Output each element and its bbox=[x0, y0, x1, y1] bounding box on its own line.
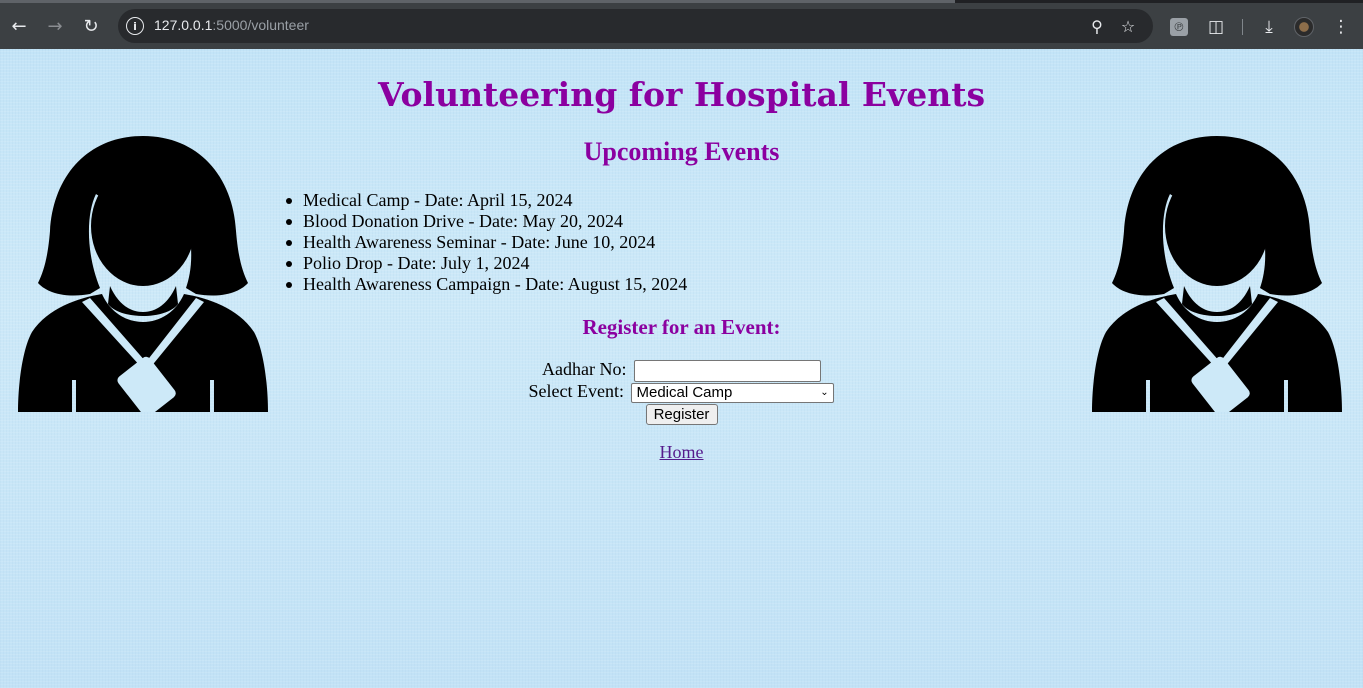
event-select-value: Medical Camp bbox=[636, 383, 733, 401]
puzzle-extensions-icon[interactable]: ◫ bbox=[1204, 15, 1228, 39]
aadhar-label: Aadhar No: bbox=[542, 359, 627, 379]
home-link-row: Home bbox=[0, 442, 1363, 463]
back-arrow-icon[interactable]: ← bbox=[4, 11, 34, 41]
url-text[interactable]: 127.0.0.1:5000/volunteer bbox=[154, 17, 309, 33]
bookmark-star-icon[interactable]: ☆ bbox=[1117, 15, 1139, 37]
menu-kebab-icon[interactable]: ⋮ bbox=[1329, 15, 1353, 39]
register-heading: Register for an Event: bbox=[582, 315, 781, 339]
site-info-icon[interactable]: i bbox=[126, 17, 144, 35]
download-icon[interactable]: ⤓ bbox=[1257, 15, 1281, 39]
tab-strip-edge bbox=[0, 0, 955, 3]
zoom-icon[interactable]: ⚲ bbox=[1086, 15, 1108, 37]
list-item: Health Awareness Seminar - Date: June 10… bbox=[285, 232, 687, 253]
list-item: Blood Donation Drive - Date: May 20, 202… bbox=[285, 211, 687, 232]
url-host: 127.0.0.1 bbox=[154, 17, 213, 33]
list-item: Medical Camp - Date: April 15, 2024 bbox=[285, 190, 687, 211]
upcoming-events-heading: Upcoming Events bbox=[583, 137, 780, 166]
toolbar-separator bbox=[1242, 19, 1243, 35]
profile-avatar[interactable] bbox=[1294, 17, 1314, 37]
home-link[interactable]: Home bbox=[660, 442, 704, 462]
address-bar[interactable]: i 127.0.0.1:5000/volunteer ⚲ ☆ bbox=[118, 9, 1153, 43]
events-list: Medical Camp - Date: April 15, 2024 Bloo… bbox=[285, 190, 688, 295]
aadhar-input[interactable] bbox=[633, 359, 821, 382]
list-item: Polio Drop - Date: July 1, 2024 bbox=[285, 253, 687, 274]
event-row: Select Event: Medical Camp ⌄ bbox=[0, 381, 1363, 403]
chevron-down-icon: ⌄ bbox=[820, 386, 829, 398]
reload-icon[interactable]: ↻ bbox=[76, 11, 106, 41]
page-title: Volunteering for Hospital Events bbox=[377, 75, 986, 114]
page-content: Volunteering for Hospital Events Upcomin… bbox=[0, 49, 1363, 688]
browser-toolbar: ← → ↻ i 127.0.0.1:5000/volunteer ⚲ ☆ ℗ ◫… bbox=[0, 0, 1363, 49]
forward-arrow-icon[interactable]: → bbox=[40, 11, 70, 41]
event-label: Select Event: bbox=[528, 381, 624, 401]
aadhar-row: Aadhar No: bbox=[0, 359, 1363, 382]
event-select[interactable]: Medical Camp ⌄ bbox=[631, 382, 835, 403]
register-button[interactable]: Register bbox=[645, 404, 718, 425]
list-item: Health Awareness Campaign - Date: August… bbox=[285, 274, 688, 294]
button-row: Register bbox=[0, 403, 1363, 425]
url-path: :5000/volunteer bbox=[212, 17, 309, 33]
extension-icon[interactable]: ℗ bbox=[1170, 18, 1188, 36]
